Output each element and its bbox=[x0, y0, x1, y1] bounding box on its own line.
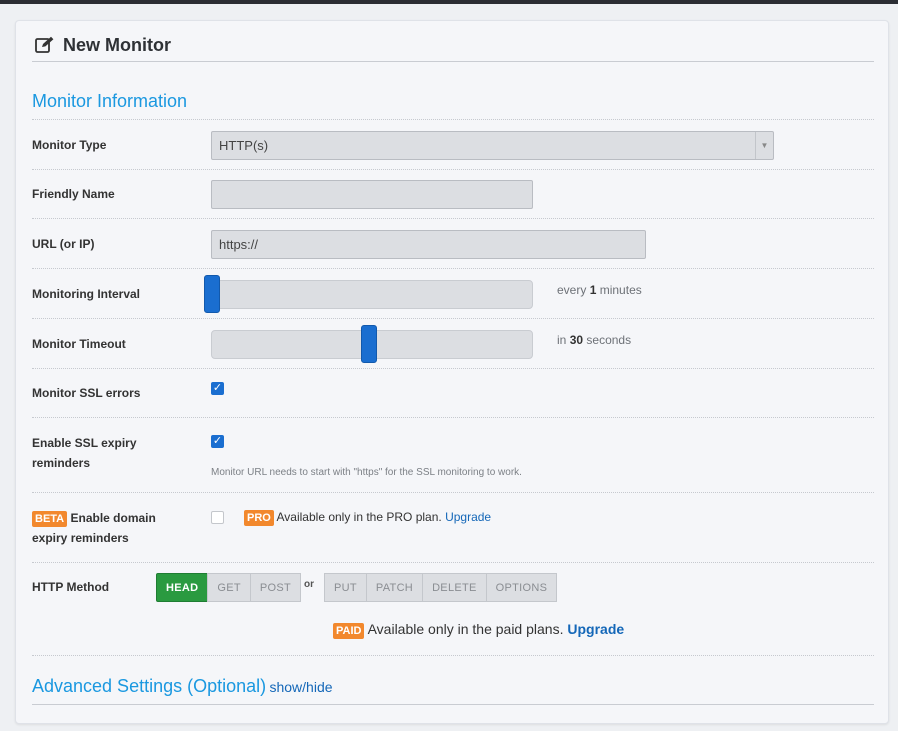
new-monitor-panel: New Monitor Monitor Information Monitor … bbox=[15, 20, 889, 724]
section-title-monitor-information: Monitor Information bbox=[32, 91, 188, 111]
monitoring-interval-slider[interactable] bbox=[204, 275, 533, 313]
monitor-timeout-label: Monitor Timeout bbox=[32, 337, 126, 351]
divider bbox=[32, 417, 874, 418]
panel-header: New Monitor bbox=[32, 29, 874, 62]
method-button-get[interactable]: GET bbox=[207, 573, 251, 602]
pro-notice: PRO Available only in the PRO plan. Upgr… bbox=[244, 510, 491, 526]
http-method-group-b: PUT PATCH DELETE OPTIONS bbox=[324, 573, 558, 602]
friendly-name-input[interactable] bbox=[211, 180, 533, 209]
show-hide-link[interactable]: show/hide bbox=[269, 679, 332, 695]
method-button-put[interactable]: PUT bbox=[324, 573, 367, 602]
beta-badge: BETA bbox=[32, 511, 68, 527]
http-method-label: HTTP Method bbox=[32, 580, 110, 594]
friendly-name-label: Friendly Name bbox=[32, 187, 115, 201]
ssl-errors-label: Monitor SSL errors bbox=[32, 386, 141, 400]
method-button-patch[interactable]: PATCH bbox=[365, 573, 424, 602]
checkmark-icon: ✓ bbox=[212, 382, 223, 394]
method-button-post[interactable]: POST bbox=[249, 573, 302, 602]
or-text: or bbox=[304, 579, 314, 590]
top-bar bbox=[0, 0, 898, 4]
divider bbox=[32, 218, 874, 219]
paid-badge: PAID bbox=[333, 623, 365, 639]
ssl-expiry-checkbox[interactable]: ✓ bbox=[211, 435, 224, 448]
domain-expiry-label: BETA Enable domain expiry reminders bbox=[32, 511, 156, 545]
advanced-settings-row: Advanced Settings (Optional) show/hide bbox=[32, 676, 333, 697]
method-button-options[interactable]: OPTIONS bbox=[485, 573, 558, 602]
slider-handle[interactable] bbox=[204, 275, 220, 313]
monitor-timeout-slider[interactable] bbox=[211, 325, 533, 363]
edit-icon bbox=[35, 36, 54, 53]
monitor-type-label: Monitor Type bbox=[32, 138, 107, 152]
method-button-head[interactable]: HEAD bbox=[156, 573, 209, 602]
monitoring-interval-label: Monitoring Interval bbox=[32, 287, 140, 301]
ssl-expiry-note: Monitor URL needs to start with "https" … bbox=[211, 467, 522, 478]
monitor-timeout-value: in 30 seconds bbox=[557, 333, 632, 347]
divider bbox=[32, 655, 874, 656]
divider bbox=[32, 318, 874, 319]
divider bbox=[32, 492, 874, 493]
divider bbox=[32, 562, 874, 563]
divider bbox=[32, 119, 874, 120]
divider bbox=[32, 268, 874, 269]
pro-badge: PRO bbox=[244, 510, 274, 526]
divider bbox=[32, 169, 874, 170]
caret-down-icon: ▼ bbox=[755, 132, 773, 159]
monitoring-interval-value: every 1 minutes bbox=[557, 283, 642, 297]
method-button-delete[interactable]: DELETE bbox=[422, 573, 487, 602]
checkmark-icon: ✓ bbox=[212, 435, 223, 447]
divider bbox=[32, 368, 874, 369]
url-input[interactable] bbox=[211, 230, 646, 259]
ssl-expiry-label: Enable SSL expiry reminders bbox=[32, 436, 137, 470]
paid-notice: PAID Available only in the paid plans. U… bbox=[333, 621, 624, 639]
section-title-advanced-settings: Advanced Settings (Optional) bbox=[32, 676, 267, 696]
divider bbox=[32, 704, 874, 705]
slider-handle[interactable] bbox=[361, 325, 377, 363]
upgrade-link[interactable]: Upgrade bbox=[567, 621, 624, 637]
monitor-type-select[interactable]: HTTP(s) ▼ bbox=[211, 131, 774, 160]
upgrade-link[interactable]: Upgrade bbox=[445, 510, 491, 524]
domain-expiry-checkbox[interactable] bbox=[211, 511, 224, 524]
page-title: New Monitor bbox=[63, 34, 171, 55]
ssl-errors-checkbox[interactable]: ✓ bbox=[211, 382, 224, 395]
url-label: URL (or IP) bbox=[32, 237, 95, 251]
http-method-group-a: HEAD GET POST bbox=[156, 573, 302, 602]
monitor-type-value: HTTP(s) bbox=[219, 138, 269, 153]
